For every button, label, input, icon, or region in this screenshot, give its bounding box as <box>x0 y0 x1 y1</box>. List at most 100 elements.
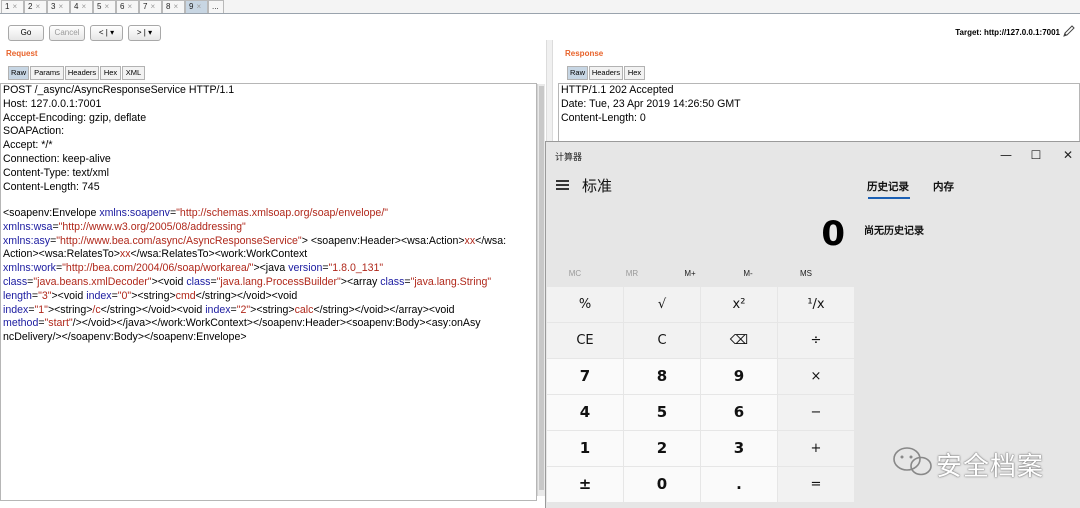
equals-button[interactable]: = <box>778 467 854 502</box>
xml-markup: </wsa: <box>475 234 507 247</box>
digit-5-button[interactable]: 5 <box>624 395 700 430</box>
xml-attribute: index <box>205 303 231 316</box>
target-label: Target: http://127.0.0.1:7001 <box>955 28 1060 37</box>
tab-memory[interactable]: 内存 <box>933 179 954 194</box>
memory-mminus-button[interactable]: M- <box>728 269 768 278</box>
minimize-button[interactable]: — <box>996 147 1016 163</box>
memory-ms-button[interactable]: MS <box>786 269 826 278</box>
close-icon[interactable]: × <box>81 2 86 11</box>
tab-2[interactable]: 2 × <box>24 0 47 13</box>
xml-markup: <soapenv:Header><wsa:Action> <box>310 234 465 247</box>
go-button[interactable]: Go <box>8 25 44 41</box>
xml-attribute: class <box>380 275 405 288</box>
digit-4-button[interactable]: 4 <box>547 395 623 430</box>
close-icon[interactable]: × <box>58 2 63 11</box>
close-icon[interactable]: × <box>173 2 178 11</box>
request-body-line: <soapenv:Envelope xmlns:soapenv="http://… <box>3 207 506 221</box>
percent-button[interactable]: % <box>547 287 623 322</box>
request-header-line: Accept: */* <box>3 139 53 152</box>
tab-8[interactable]: 8 × <box>162 0 185 13</box>
xml-value: "http://bea.com/2004/06/soap/workarea/" <box>62 262 254 275</box>
subtract-button[interactable]: − <box>778 395 854 430</box>
memory-mc-button[interactable]: MC <box>555 269 595 278</box>
digit-6-button[interactable]: 6 <box>701 395 777 430</box>
tab-label: 1 <box>5 2 10 11</box>
add-button[interactable]: + <box>778 431 854 466</box>
memory-mr-button[interactable]: MR <box>612 269 652 278</box>
square-button[interactable]: x² <box>701 287 777 322</box>
tab-9[interactable]: 9 × <box>185 0 208 13</box>
reciprocal-button[interactable]: ¹/x <box>778 287 854 322</box>
response-tab-headers[interactable]: Headers <box>589 66 623 80</box>
sqrt-button[interactable]: √ <box>624 287 700 322</box>
decimal-button[interactable]: . <box>701 467 777 502</box>
xml-markup: ><array <box>340 275 381 288</box>
tab-label: 3 <box>51 2 56 11</box>
digit-2-button[interactable]: 2 <box>624 431 700 466</box>
tab-1[interactable]: 1 × <box>1 0 24 13</box>
xml-markup: ><void <box>151 275 187 288</box>
xml-attribute: index <box>3 303 29 316</box>
request-tab-raw[interactable]: Raw <box>8 66 29 80</box>
close-icon[interactable]: × <box>127 2 132 11</box>
digit-8-button[interactable]: 8 <box>624 359 700 394</box>
digit-7-button[interactable]: 7 <box>547 359 623 394</box>
xml-value: "start" <box>44 317 73 330</box>
xml-value: xx <box>119 248 131 261</box>
close-icon[interactable]: × <box>35 2 40 11</box>
clear-button[interactable]: C <box>624 323 700 358</box>
calculator-titlebar[interactable]: 计算器 — ☐ ✕ <box>546 142 1080 168</box>
request-body-line: index="1"><string>/c</string></void><voi… <box>3 304 506 318</box>
xml-value: "http://schemas.xmlsoap.org/soap/envelop… <box>176 207 389 219</box>
close-icon[interactable]: × <box>12 2 17 11</box>
request-tab-params[interactable]: Params <box>30 66 64 80</box>
xml-attribute: length <box>3 289 32 302</box>
xml-value: "java.beans.xmlDecoder" <box>33 275 152 288</box>
close-icon[interactable]: × <box>196 2 201 11</box>
scrollbar-thumb[interactable] <box>539 86 544 490</box>
negate-button[interactable]: ± <box>547 467 623 502</box>
tab-5[interactable]: 5 × <box>93 0 116 13</box>
request-scrollbar[interactable] <box>537 84 545 496</box>
calculator-mode: 标准 <box>582 177 613 195</box>
edit-target-icon[interactable] <box>1062 24 1076 38</box>
request-tab-headers[interactable]: Headers <box>65 66 99 80</box>
tab-6[interactable]: 6 × <box>116 0 139 13</box>
close-icon[interactable]: × <box>104 2 109 11</box>
divide-button[interactable]: ÷ <box>778 323 854 358</box>
cancel-button[interactable]: Cancel <box>49 25 85 41</box>
digit-3-button[interactable]: 3 <box>701 431 777 466</box>
forward-button[interactable]: > | ▾ <box>128 25 161 41</box>
xml-value: "1" <box>34 303 48 316</box>
tab-history[interactable]: 历史记录 <box>867 179 909 194</box>
response-tab-hex[interactable]: Hex <box>624 66 645 80</box>
xml-attribute: xmlns:soapenv <box>99 207 170 219</box>
digit-0-button[interactable]: 0 <box>624 467 700 502</box>
clear-entry-button[interactable]: CE <box>547 323 623 358</box>
request-header-line: Connection: keep-alive <box>3 152 111 165</box>
digit-1-button[interactable]: 1 <box>547 431 623 466</box>
multiply-button[interactable]: × <box>778 359 854 394</box>
tab-7[interactable]: 7 × <box>139 0 162 13</box>
tab-more[interactable]: ... <box>208 0 224 13</box>
memory-mplus-button[interactable]: M+ <box>670 269 710 278</box>
backspace-button[interactable]: ⌫ <box>701 323 777 358</box>
tab-3[interactable]: 3 × <box>47 0 70 13</box>
maximize-button[interactable]: ☐ <box>1026 147 1046 163</box>
xml-markup: ><string> <box>131 289 176 302</box>
response-tab-raw[interactable]: Raw <box>567 66 588 80</box>
request-tab-xml[interactable]: XML <box>122 66 145 80</box>
xml-value: "2" <box>236 303 251 316</box>
close-icon[interactable]: × <box>150 2 155 11</box>
digit-9-button[interactable]: 9 <box>701 359 777 394</box>
request-body-line: xmlns:asy="http://www.bea.com/async/Asyn… <box>3 235 506 249</box>
request-tab-hex[interactable]: Hex <box>100 66 121 80</box>
tab-label: 6 <box>120 2 125 11</box>
tab-label: 2 <box>28 2 33 11</box>
back-button[interactable]: < | ▾ <box>90 25 123 41</box>
request-header-line: SOAPAction: <box>3 125 65 138</box>
tab-4[interactable]: 4 × <box>70 0 93 13</box>
request-body-line: xmlns:work="http://bea.com/2004/06/soap/… <box>3 262 506 276</box>
close-button[interactable]: ✕ <box>1058 147 1078 163</box>
menu-icon[interactable] <box>556 180 569 190</box>
